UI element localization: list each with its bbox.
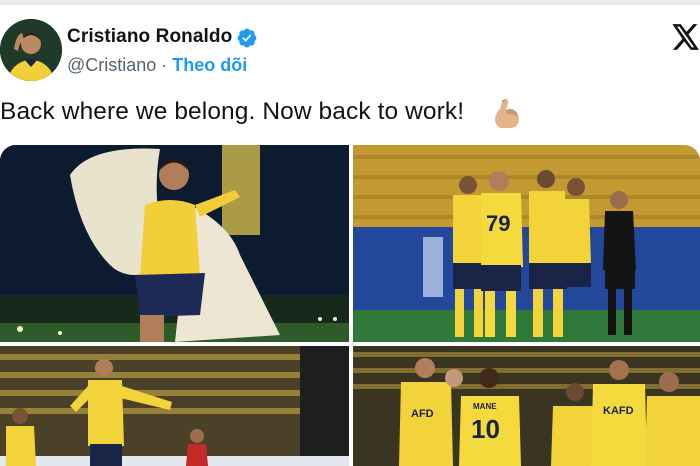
photo-3[interactable] <box>0 346 349 466</box>
media-grid: 79 AFD MANE 10 KAFD <box>0 145 700 466</box>
separator-dot: · <box>161 55 168 75</box>
jersey-number-79: 79 <box>486 211 510 236</box>
author-handle[interactable]: @Cristiano <box>67 55 156 75</box>
sponsor-text-2: KAFD <box>603 405 634 417</box>
shirt-name: MANE <box>473 402 497 411</box>
author-meta-row: @Cristiano · Theo dõi <box>67 55 247 76</box>
x-logo-icon[interactable] <box>672 24 700 50</box>
sponsor-text-1: AFD <box>411 408 434 420</box>
photo-2[interactable]: 79 <box>353 145 700 342</box>
follow-button[interactable]: Theo dõi <box>172 55 247 75</box>
photo-1[interactable] <box>0 145 349 342</box>
author-name[interactable]: Cristiano Ronaldo <box>67 26 232 48</box>
tweet-text: Back where we belong. Now back to work! <box>0 98 465 125</box>
photo-4[interactable]: AFD MANE 10 KAFD <box>353 346 700 466</box>
avatar[interactable] <box>0 19 62 81</box>
flexed-biceps-emoji <box>495 99 519 128</box>
jersey-number-10: 10 <box>471 414 500 444</box>
verified-badge-icon <box>237 28 257 48</box>
top-divider <box>0 0 700 5</box>
